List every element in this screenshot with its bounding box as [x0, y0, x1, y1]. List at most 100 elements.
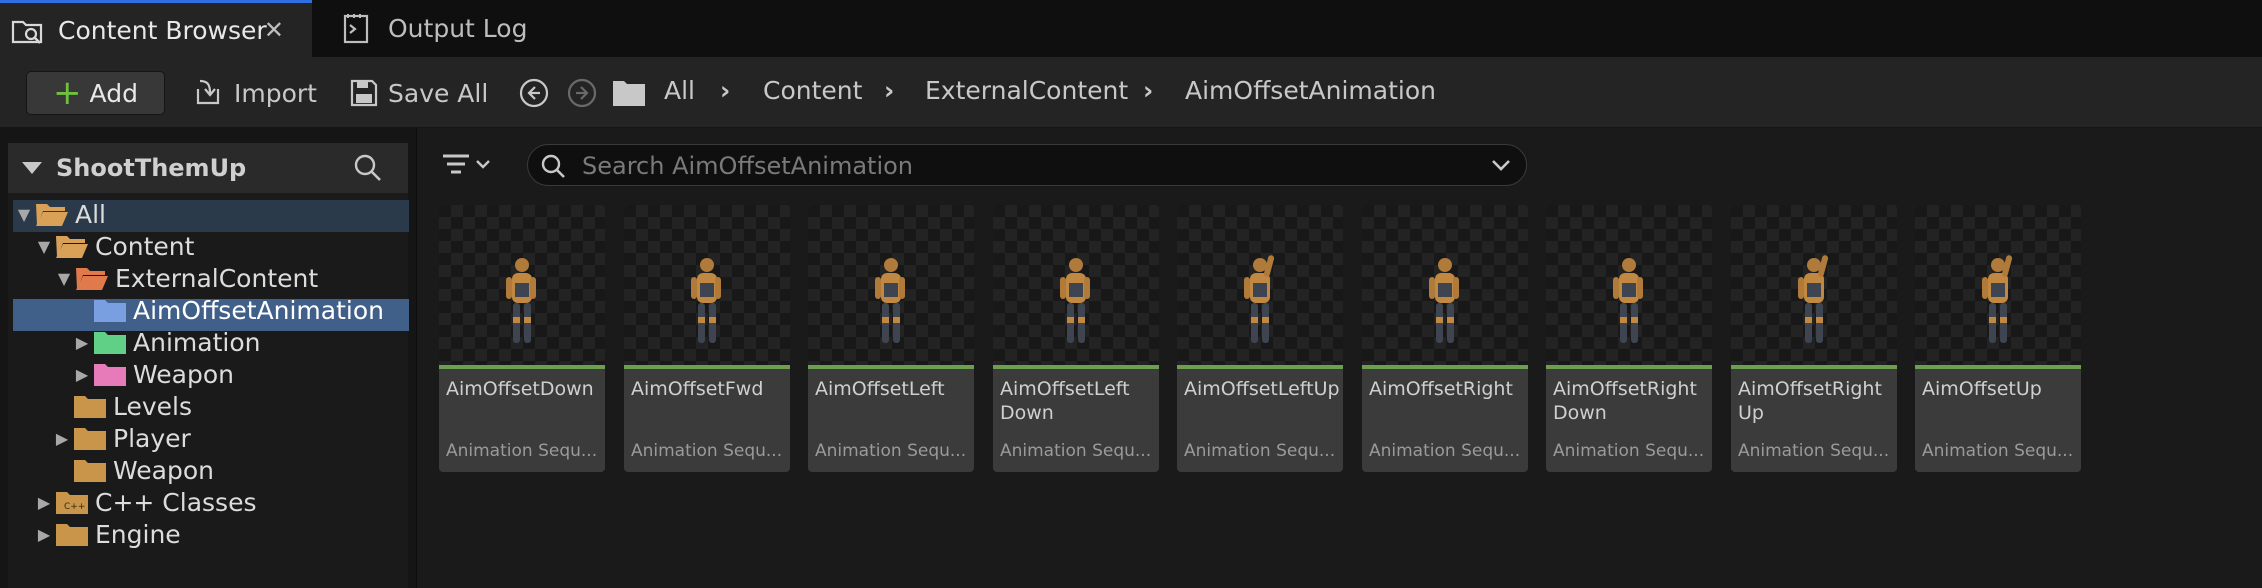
asset-type-color-bar	[439, 365, 605, 369]
tree-node-levels[interactable]: Levels	[51, 390, 192, 422]
asset-type-color-bar	[993, 365, 1159, 369]
expanded-arrow-icon[interactable]: ▼	[13, 205, 35, 224]
asset-type-color-bar	[1362, 365, 1528, 369]
asset-panel: AimOffsetDownAnimation Sequ...AimOffsetF…	[416, 128, 2262, 588]
add-button[interactable]: + Add	[26, 71, 165, 115]
asset-type: Animation Sequ...	[1000, 441, 1152, 461]
chevron-down-icon[interactable]	[1490, 157, 1512, 173]
character-figure-icon	[1798, 255, 1829, 343]
asset-name: AimOffsetRight	[1369, 378, 1513, 400]
collapsed-arrow-icon[interactable]: ▶	[33, 525, 55, 544]
search-input[interactable]	[580, 151, 1464, 181]
tree-node-label: Weapon	[113, 455, 214, 485]
collapsed-arrow-icon[interactable]: ▶	[33, 493, 55, 512]
tree-node-aim-offset-animation[interactable]: AimOffsetAnimation	[71, 294, 384, 326]
collapsed-arrow-icon[interactable]: ▶	[51, 429, 73, 448]
tree-node-label: ExternalContent	[115, 263, 319, 293]
search-icon[interactable]	[353, 153, 383, 183]
folder-icon	[74, 460, 106, 482]
expanded-arrow-icon[interactable]: ▼	[53, 269, 75, 288]
folder-icon	[74, 396, 106, 418]
asset-thumbnail	[1915, 205, 2081, 365]
tree-node-weapon[interactable]: ▶ Weapon	[71, 358, 234, 390]
asset-type: Animation Sequ...	[1738, 441, 1890, 461]
close-icon[interactable]: ✕	[264, 16, 284, 44]
asset-thumbnail	[1546, 205, 1712, 365]
tab-label: Output Log	[388, 14, 528, 43]
breadcrumb-all[interactable]: All	[664, 76, 695, 105]
folder-open-icon	[36, 204, 68, 226]
asset-thumbnail	[624, 205, 790, 365]
asset-type-color-bar	[1915, 365, 2081, 369]
import-button[interactable]: Import	[192, 71, 317, 115]
tree-node-weapon[interactable]: Weapon	[51, 454, 214, 486]
sources-header: ShootThemUp	[8, 143, 408, 193]
asset-search[interactable]	[527, 144, 1527, 186]
tree-node-label: Player	[113, 423, 191, 453]
asset-thumbnail	[1177, 205, 1343, 365]
asset-type-color-bar	[1177, 365, 1343, 369]
asset-tile[interactable]: AimOffsetFwd Animation Sequ...	[624, 205, 790, 472]
tree-node-animation[interactable]: ▶ Animation	[71, 326, 261, 358]
filter-icon[interactable]	[441, 150, 493, 180]
folder-icon	[56, 524, 88, 546]
collapse-arrow-icon[interactable]	[22, 162, 42, 174]
asset-type: Animation Sequ...	[1922, 441, 2074, 461]
asset-tile[interactable]: AimOffsetUp Animation Sequ...	[1915, 205, 2081, 472]
forward-icon[interactable]	[566, 77, 598, 109]
collapsed-arrow-icon[interactable]: ▶	[71, 365, 93, 384]
asset-type-color-bar	[1731, 365, 1897, 369]
expanded-arrow-icon[interactable]: ▼	[33, 237, 55, 256]
tree-node-label: AimOffsetAnimation	[133, 295, 384, 325]
asset-type-color-bar	[624, 365, 790, 369]
save-all-button[interactable]: Save All	[350, 71, 488, 115]
tree-node-label: All	[75, 199, 106, 229]
folder-icon	[94, 300, 126, 322]
asset-type: Animation Sequ...	[1369, 441, 1521, 461]
back-icon[interactable]	[518, 77, 550, 109]
character-figure-icon	[1429, 258, 1459, 343]
folder-open-icon	[76, 268, 108, 290]
asset-tile[interactable]: AimOffsetRight Up Animation Sequ...	[1731, 205, 1897, 472]
toolbar: + Add Import Save All All › Content › Ex…	[0, 57, 2262, 127]
tab-content-browser[interactable]: Content Browser ✕	[0, 0, 312, 57]
asset-thumbnail	[993, 205, 1159, 365]
asset-tile[interactable]: AimOffsetRight Animation Sequ...	[1362, 205, 1528, 472]
collapsed-arrow-icon[interactable]: ▶	[71, 333, 93, 352]
tab-output-log[interactable]: Output Log	[330, 0, 560, 57]
asset-tile[interactable]: AimOffsetLeft Animation Sequ...	[808, 205, 974, 472]
breadcrumb-chevron-icon[interactable]: ›	[720, 76, 730, 105]
cpp-folder-icon: C++	[56, 492, 88, 514]
asset-name: AimOffsetDown	[446, 378, 594, 400]
breadcrumb-aim-offset-animation[interactable]: AimOffsetAnimation	[1185, 76, 1436, 105]
asset-type: Animation Sequ...	[815, 441, 967, 461]
breadcrumb-chevron-icon[interactable]: ›	[884, 76, 894, 105]
tab-label: Content Browser	[58, 15, 267, 45]
sources-title: ShootThemUp	[56, 154, 247, 182]
tree-node-label: Levels	[113, 391, 193, 421]
asset-name: AimOffsetFwd	[631, 378, 764, 400]
output-log-icon	[343, 13, 369, 43]
tree-node-all[interactable]: ▼ All	[13, 198, 106, 230]
breadcrumb-content[interactable]: Content	[763, 76, 862, 105]
tree-node-content[interactable]: ▼ Content	[33, 230, 195, 262]
asset-name: AimOffsetLeftUp	[1184, 378, 1340, 400]
save-all-label: Save All	[388, 78, 489, 108]
tree-node-cpp-classes[interactable]: ▶ C++ C++ Classes	[33, 486, 257, 518]
asset-type: Animation Sequ...	[1184, 441, 1336, 461]
folder-icon[interactable]	[612, 77, 646, 107]
tree-node-label: Content	[95, 231, 195, 261]
tree-node-engine[interactable]: ▶ Engine	[33, 518, 181, 550]
tree-node-player[interactable]: ▶ Player	[51, 422, 191, 454]
tree-node-label: C++ Classes	[95, 487, 257, 517]
character-figure-icon	[875, 258, 905, 343]
tree-node-external-content[interactable]: ▼ ExternalContent	[53, 262, 318, 294]
breadcrumb-chevron-icon[interactable]: ›	[1143, 76, 1153, 105]
asset-tile[interactable]: AimOffsetLeft Down Animation Sequ...	[993, 205, 1159, 472]
asset-type: Animation Sequ...	[631, 441, 783, 461]
plus-icon: +	[53, 73, 82, 113]
asset-tile[interactable]: AimOffsetRight Down Animation Sequ...	[1546, 205, 1712, 472]
breadcrumb-external-content[interactable]: ExternalContent	[925, 76, 1128, 105]
asset-tile[interactable]: AimOffsetLeftUp Animation Sequ...	[1177, 205, 1343, 472]
asset-tile[interactable]: AimOffsetDown Animation Sequ...	[439, 205, 605, 472]
